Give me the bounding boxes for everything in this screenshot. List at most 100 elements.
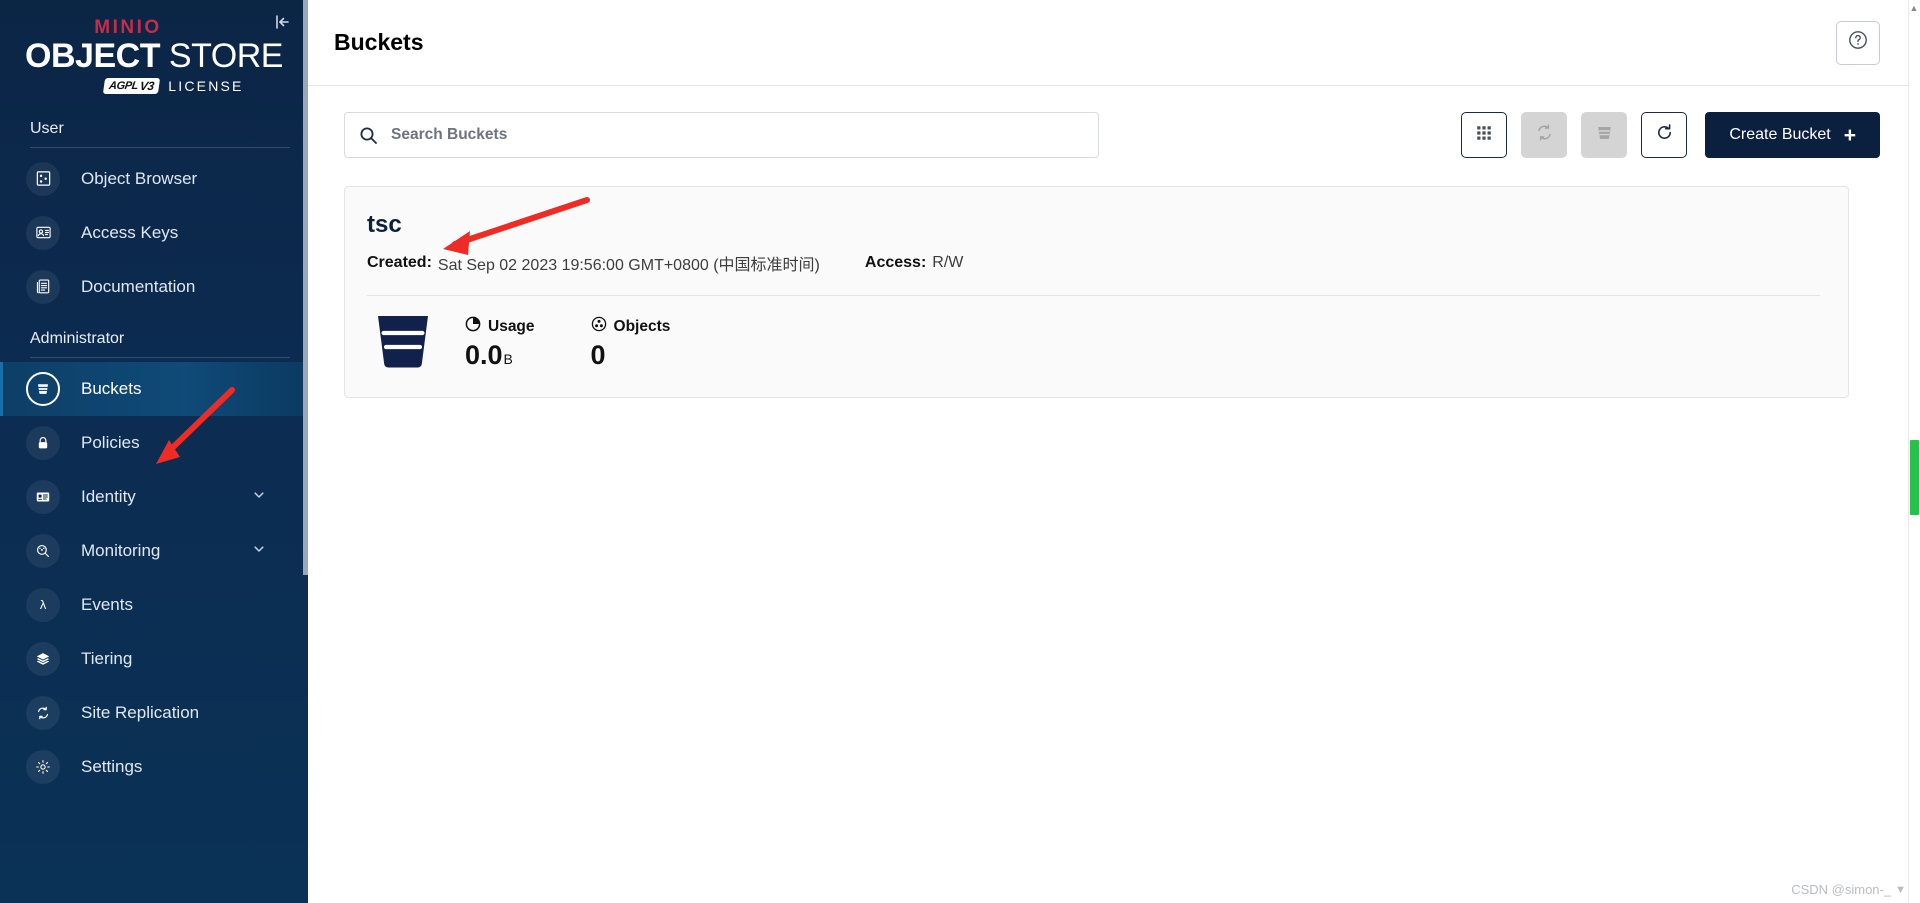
- replication-button: [1521, 112, 1568, 158]
- sidebar-item-buckets[interactable]: Buckets: [0, 361, 308, 416]
- create-bucket-button[interactable]: Create Bucket +: [1705, 112, 1880, 158]
- sidebar-item-label-documentation: Documentation: [81, 276, 196, 296]
- sidebar-item-site-replication[interactable]: Site Replication: [0, 686, 308, 740]
- refresh-button[interactable]: [1641, 112, 1688, 158]
- chevron-down-icon-monitoring[interactable]: [252, 542, 266, 559]
- objects-label: Objects: [613, 317, 671, 335]
- page-title: Buckets: [334, 29, 424, 55]
- usage-stat: Usage 0.0 B: [465, 316, 535, 371]
- object-browser-icon: [26, 161, 60, 196]
- sidebar-divider-user: [30, 146, 290, 148]
- watermark-caret-icon: ▼: [1895, 883, 1906, 896]
- grid-icon: [1474, 123, 1494, 148]
- object-store-title: OBJECT STORE: [25, 39, 283, 74]
- buckets-panel: Create Bucket + tsc Created: Sat Sep 02 …: [308, 86, 1920, 903]
- identity-card-icon: [26, 479, 60, 514]
- bucket-card[interactable]: tsc Created: Sat Sep 02 2023 19:56:00 GM…: [344, 186, 1849, 398]
- chevron-down-icon-identity[interactable]: [252, 488, 266, 505]
- create-bucket-label: Create Bucket: [1729, 126, 1831, 143]
- help-circle-icon: [1847, 29, 1869, 56]
- scroll-up-arrow-icon[interactable]: ▲: [1909, 3, 1919, 17]
- sidebar-item-settings[interactable]: Settings: [0, 740, 308, 794]
- sidebar-item-label-tiering: Tiering: [81, 648, 133, 668]
- replication-icon: [26, 695, 60, 730]
- monitoring-search-icon: [26, 533, 60, 568]
- search-buckets-box[interactable]: [344, 112, 1099, 158]
- sidebar-item-label-policies: Policies: [81, 432, 140, 452]
- title-object: OBJECT: [25, 37, 160, 75]
- sidebar-item-label-identity: Identity: [81, 486, 136, 506]
- help-button[interactable]: [1836, 20, 1880, 65]
- sidebar-item-policies[interactable]: Policies: [0, 416, 308, 470]
- layers-icon: [26, 641, 60, 676]
- access-value: R/W: [932, 254, 964, 271]
- usage-value: 0.0: [465, 340, 503, 370]
- svg-text:λ: λ: [40, 598, 47, 612]
- bucket-name[interactable]: tsc: [367, 211, 1820, 239]
- replication-icon: [1534, 122, 1555, 148]
- page-header: Buckets: [308, 0, 1920, 86]
- title-store: STORE: [159, 37, 284, 75]
- created-label: Created:: [367, 254, 432, 271]
- objects-value-row: 0: [591, 340, 671, 371]
- grid-view-button[interactable]: [1461, 112, 1508, 158]
- bucket-icon: [26, 371, 60, 406]
- watermark-text: CSDN @simon-_: [1791, 882, 1892, 897]
- page-scrollbar[interactable]: ▲: [1908, 0, 1920, 903]
- access-label: Access:: [864, 254, 927, 271]
- sidebar: MINIO OBJECT STORE AGPLV3 LICENSE User: [0, 0, 308, 903]
- objects-value: 0: [590, 340, 606, 370]
- access-group: Access: R/W: [865, 254, 963, 272]
- lock-icon: [26, 425, 60, 460]
- agpl-version: V3: [139, 78, 156, 93]
- buckets-toolbar: Create Bucket +: [344, 112, 1880, 158]
- sidebar-item-label-settings: Settings: [81, 756, 143, 776]
- sidebar-item-events[interactable]: λ Events: [0, 578, 308, 632]
- sidebar-item-label-events: Events: [81, 594, 133, 614]
- documentation-icon: [26, 269, 60, 304]
- refresh-icon: [1654, 122, 1675, 148]
- toolbar-actions: Create Bucket +: [1461, 112, 1880, 158]
- agpl-badge: AGPL V3: [103, 77, 161, 94]
- agpl-text: AGPL: [108, 79, 140, 92]
- created-value: Sat Sep 02 2023 19:56:00 GMT+0800 (中国标准时…: [437, 257, 820, 274]
- license-row: AGPL V3 LICENSE: [103, 77, 244, 94]
- sidebar-item-label-monitoring: Monitoring: [81, 540, 161, 560]
- usage-label: Usage: [488, 317, 535, 335]
- objects-head: Objects: [591, 316, 671, 337]
- sidebar-item-tiering[interactable]: Tiering: [0, 632, 308, 686]
- collapse-left-icon[interactable]: [270, 10, 294, 34]
- bucket-stats-row: Usage 0.0 B Objects 0: [367, 296, 1820, 375]
- sidebar-divider-administrator: [30, 356, 290, 358]
- sidebar-item-identity[interactable]: Identity: [0, 470, 308, 524]
- sidebar-item-documentation[interactable]: Documentation: [0, 260, 308, 314]
- sidebar-item-label-access-keys: Access Keys: [81, 222, 179, 242]
- sidebar-section-label-user: User: [30, 119, 64, 137]
- objects-stat: Objects 0: [591, 316, 671, 371]
- sidebar-item-label-site-replication: Site Replication: [81, 702, 200, 722]
- sidebar-item-monitoring[interactable]: Monitoring: [0, 524, 308, 578]
- bucket-large-icon: [375, 312, 431, 375]
- delete-bucket-button: [1581, 112, 1628, 158]
- sidebar-logo: MINIO OBJECT STORE AGPL V3 LICENSE: [0, 0, 308, 104]
- plus-icon: +: [1843, 123, 1856, 147]
- license-label: LICENSE: [168, 77, 244, 94]
- sidebar-item-label-buckets: Buckets: [81, 378, 142, 398]
- search-input[interactable]: [391, 126, 1084, 144]
- usage-value-row: 0.0 B: [465, 340, 535, 371]
- sidebar-item-object-browser[interactable]: Object Browser: [0, 152, 308, 206]
- main-content: Buckets Search Buckets Create Bucket + t…: [308, 0, 1920, 903]
- bucket-meta-row: Created: Sat Sep 02 2023 19:56:00 GMT+08…: [367, 251, 1820, 275]
- usage-pie-icon: [465, 316, 481, 337]
- page-scrollbar-thumb[interactable]: [1910, 440, 1919, 515]
- sidebar-item-access-keys[interactable]: Access Keys: [0, 206, 308, 260]
- sidebar-section-user: User Object Browser Access Keys Document…: [0, 110, 308, 314]
- bucket-delete-icon: [1594, 122, 1615, 148]
- search-icon: [359, 126, 378, 145]
- minio-brand-text: MINIO: [94, 17, 162, 38]
- minio-console-app: MINIO OBJECT STORE AGPLV3 LICENSE User: [0, 0, 1920, 903]
- objects-icon: [591, 316, 607, 337]
- gear-icon: [26, 749, 60, 784]
- usage-head: Usage: [465, 316, 535, 337]
- lambda-icon: λ: [26, 587, 60, 622]
